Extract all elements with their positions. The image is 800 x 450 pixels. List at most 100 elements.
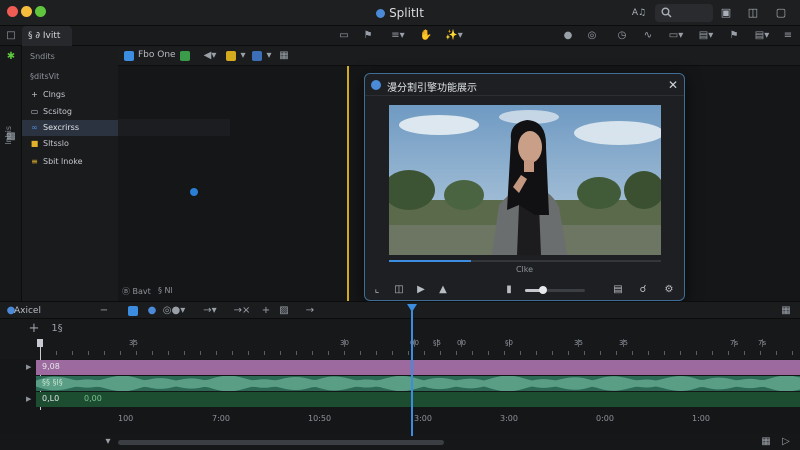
menu-icon[interactable]: ≡ [780,29,796,43]
add-icon[interactable]: + [258,304,274,318]
expand-icon[interactable]: ▶ [26,395,31,403]
expand-icon[interactable]: ▶ [26,363,31,371]
bottom-ruler-label: 1:00 [692,414,710,423]
ruler-minor-tick [296,351,297,355]
sidebar-item-sltsslo[interactable]: ■ Sltsslo [22,136,118,152]
ruler-minor-tick [280,351,281,355]
ruler-minor-tick [264,351,265,355]
inspector-dropdown-icon[interactable]: ▭▾ [664,29,688,43]
plus-icon: + [31,90,38,99]
document-dropdown-icon[interactable]: ▤▾ [750,29,774,43]
settings-icon[interactable]: ⚙ [661,282,677,298]
track-count[interactable]: 1§ [42,322,72,336]
snap-toggle[interactable] [128,306,138,316]
marker-dot[interactable] [190,188,198,196]
track-video[interactable]: 9,08 [36,360,800,375]
ruler-minor-tick [472,351,473,355]
ruler-minor-tick [56,351,57,355]
target-icon[interactable]: ◎ [584,29,600,43]
bottom-ruler-label: 3:00 [414,414,432,423]
horizontal-scrollbar[interactable]: ▾ ▦ ▷ [0,434,800,450]
playback-progress[interactable] [389,260,661,262]
forward-icon[interactable]: ▷ [778,435,794,449]
play-icon[interactable]: ▶ [413,282,429,298]
edit-mode-dropdown-icon[interactable]: →▾ [196,304,224,318]
status-right: § Nl [158,286,173,295]
ruler-minor-tick [504,351,505,355]
zoom-icon[interactable]: ☌ [635,282,651,298]
ruler-minor-tick [232,351,233,355]
link-icon: ∞ [31,123,38,132]
effects-dropdown-icon[interactable]: ✨▾ [442,29,466,43]
selected-row[interactable] [118,119,230,136]
marker-dropdown-icon[interactable]: ◎●▾ [160,304,188,318]
chevron-down-icon[interactable]: ▾ [264,49,274,63]
trim-icon[interactable]: ▨ [276,304,292,318]
blade-icon[interactable]: →× [230,304,254,318]
sidebar-item-scsitog[interactable]: ▭ Scsitog [22,104,118,120]
volume-knob[interactable] [539,286,547,294]
close-icon[interactable]: ✕ [664,76,682,94]
track-three[interactable]: 0,L0 0,00 [36,392,800,407]
forward-icon[interactable]: → [298,304,322,318]
stamp-icon[interactable]: ▲ [435,282,451,298]
panel-close-icon[interactable]: ▦ [778,304,794,318]
browser-playhead[interactable] [347,66,349,301]
track-audio[interactable]: §§ §l§ [36,376,800,391]
save-icon[interactable]: ▣ [717,4,735,22]
record-icon[interactable]: ● [560,29,576,43]
search-input[interactable] [655,4,713,22]
flag-icon[interactable]: ⚑ [360,29,376,43]
ruler-minor-tick [648,351,649,355]
ruler-minor-tick [536,351,537,355]
green-tag-icon[interactable] [180,51,190,61]
playhead-handle[interactable] [407,304,417,312]
comment-icon[interactable]: ▭ [336,29,352,43]
stack-dropdown-icon[interactable]: ▤▾ [694,29,718,43]
folder-icon: ■ [30,139,39,148]
clip-label: 0,00 [84,394,102,403]
video-still [389,105,661,255]
folder-icon[interactable]: □ [3,29,19,43]
layout-icon[interactable]: ◫ [744,4,762,22]
sparkle-icon[interactable]: ✱ [3,50,19,64]
bottom-ruler-label: 10:50 [308,414,332,423]
waveform-icon[interactable]: ∿ [640,29,656,43]
add-track-icon[interactable]: + [26,322,42,336]
bookmark-icon[interactable]: ⚑ [726,29,742,43]
captions-icon[interactable]: ▤ [610,282,626,298]
yellow-tag-icon[interactable] [226,51,236,61]
split-icon[interactable]: ◫ [391,282,407,298]
arrow-dropdown-icon[interactable]: ◀▾ [198,49,222,63]
hand-icon[interactable]: ✋ [418,29,434,43]
panel-strip: ✱ lnbis ▩ [0,46,22,301]
volume-slider[interactable] [525,286,585,294]
chevron-down-icon[interactable]: ▾ [238,49,248,63]
scrollbar-thumb[interactable] [118,440,444,445]
ruler-tick-label: 30 [340,339,349,347]
ruler-minor-tick [488,351,489,355]
timeline-ruler[interactable]: 35 30 00 §5 00 §0 35 35 7s 7s [0,339,800,430]
blue-tag-icon[interactable] [252,51,262,61]
sidebar-item-sexcrirss[interactable]: ∞ Sexcrirss [22,120,118,136]
grid-icon[interactable]: ▦ [758,435,774,449]
collapse-icon[interactable]: − [96,304,112,318]
sidebar-section-subtitle: §ditsVit [30,72,60,81]
scroll-left-icon[interactable]: ▾ [100,435,116,449]
sidebar-item-clngs[interactable]: + Clngs [22,87,118,103]
speed-icon[interactable]: ◷ [614,29,630,43]
video-frame[interactable] [389,105,661,255]
grid-icon[interactable]: ▦ [276,49,292,63]
tab-library[interactable]: § ∂ Ivitt [22,26,72,46]
sidebar-item-sbit-lnoke[interactable]: ≡ Sbit lnoke [22,154,118,170]
crop-icon[interactable]: ⌞ [369,282,385,298]
volume-icon[interactable]: ▮ [501,282,517,298]
language-button[interactable]: A♫ [625,4,653,22]
timeline-playhead[interactable] [411,304,413,436]
list-dropdown-icon[interactable]: ≡▾ [386,29,410,43]
link-icon[interactable]: ● [144,304,160,318]
ruler-minor-tick [424,351,425,355]
checkbox-icon[interactable] [124,51,134,61]
stats-icon[interactable]: ▩ [3,130,19,144]
export-icon[interactable]: ▢ [772,4,790,22]
